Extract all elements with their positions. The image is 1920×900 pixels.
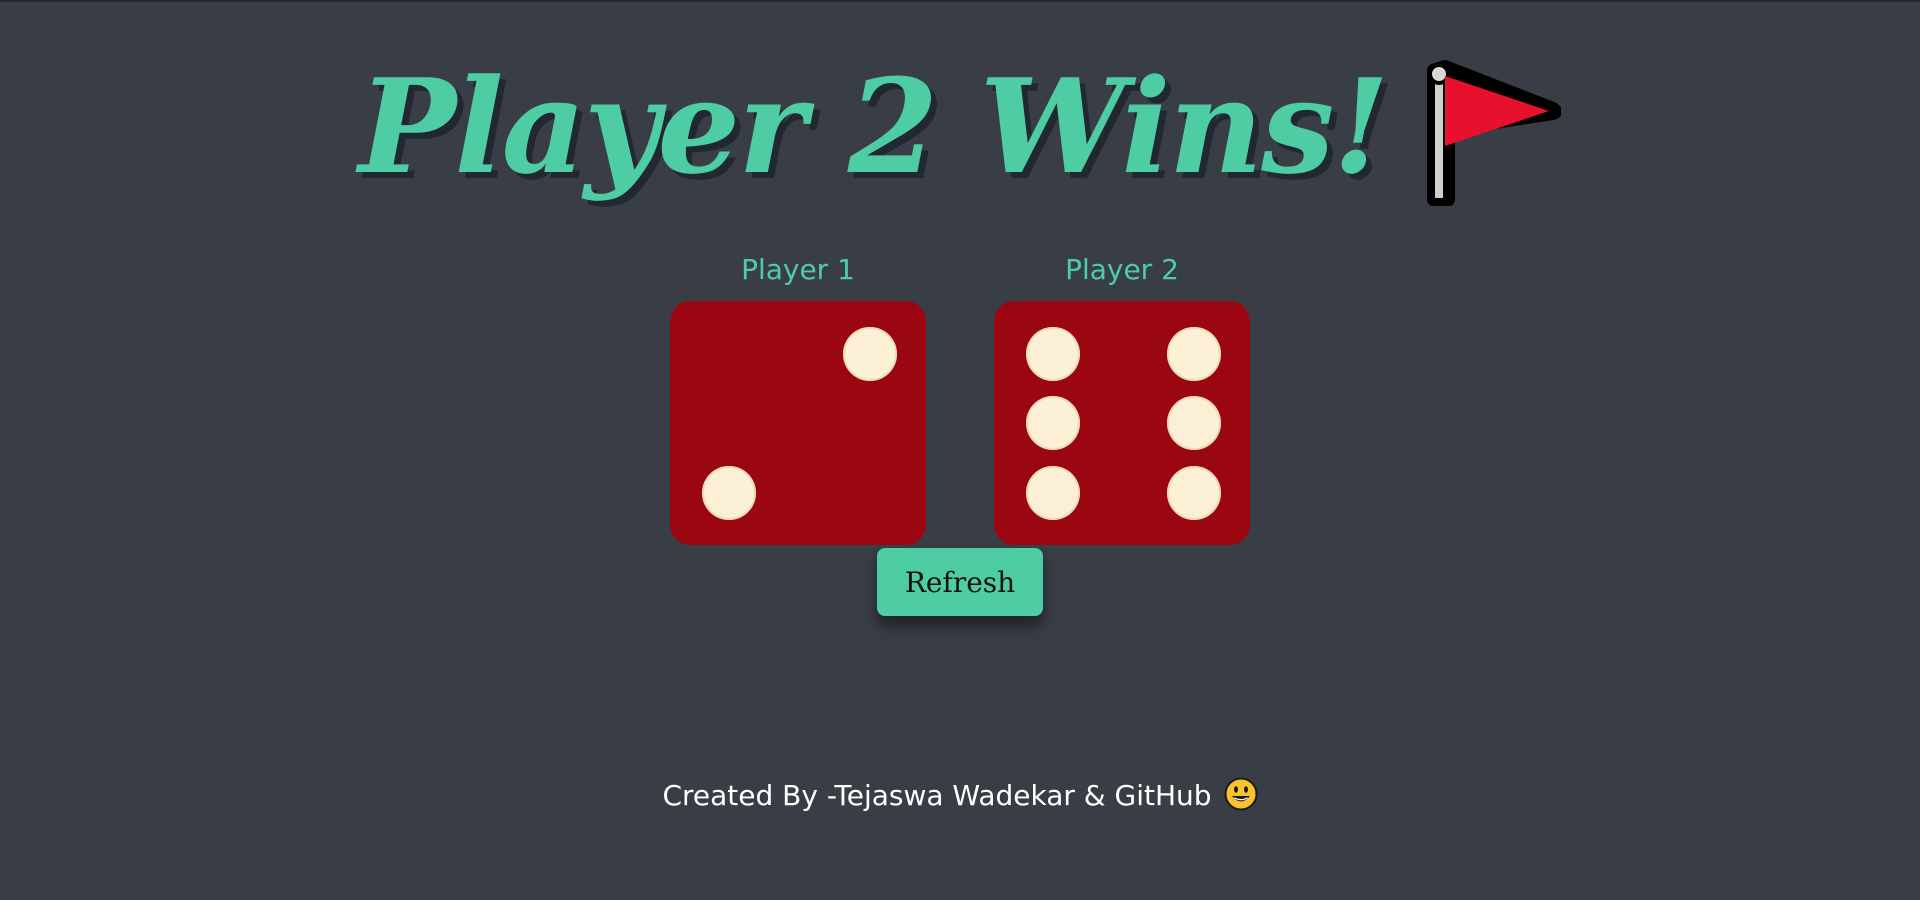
die-pip <box>1026 396 1080 450</box>
player-2-die <box>994 301 1250 545</box>
player-2-label: Player 2 <box>1065 253 1179 286</box>
title-text: Player 2 Wins! <box>358 50 1390 203</box>
refresh-button[interactable]: Refresh <box>877 548 1043 616</box>
player-1-label: Player 1 <box>741 253 855 286</box>
red-flag-icon <box>1427 60 1562 206</box>
grinning-face-icon <box>1224 777 1258 811</box>
die-pip <box>1167 396 1221 450</box>
page-title: Player 2 Wins! <box>0 52 1920 208</box>
player-1-die <box>670 301 926 545</box>
die-pip <box>1167 466 1221 520</box>
footer-credit: Created By -Tejaswa Wadekar & GitHub <box>0 776 1920 816</box>
die-pip <box>843 327 897 381</box>
footer-text: Created By -Tejaswa Wadekar & GitHub <box>662 779 1212 812</box>
die-pip <box>1167 327 1221 381</box>
top-border <box>0 0 1920 2</box>
die-pip <box>1026 466 1080 520</box>
die-pip <box>702 466 756 520</box>
die-pip <box>1026 327 1080 381</box>
